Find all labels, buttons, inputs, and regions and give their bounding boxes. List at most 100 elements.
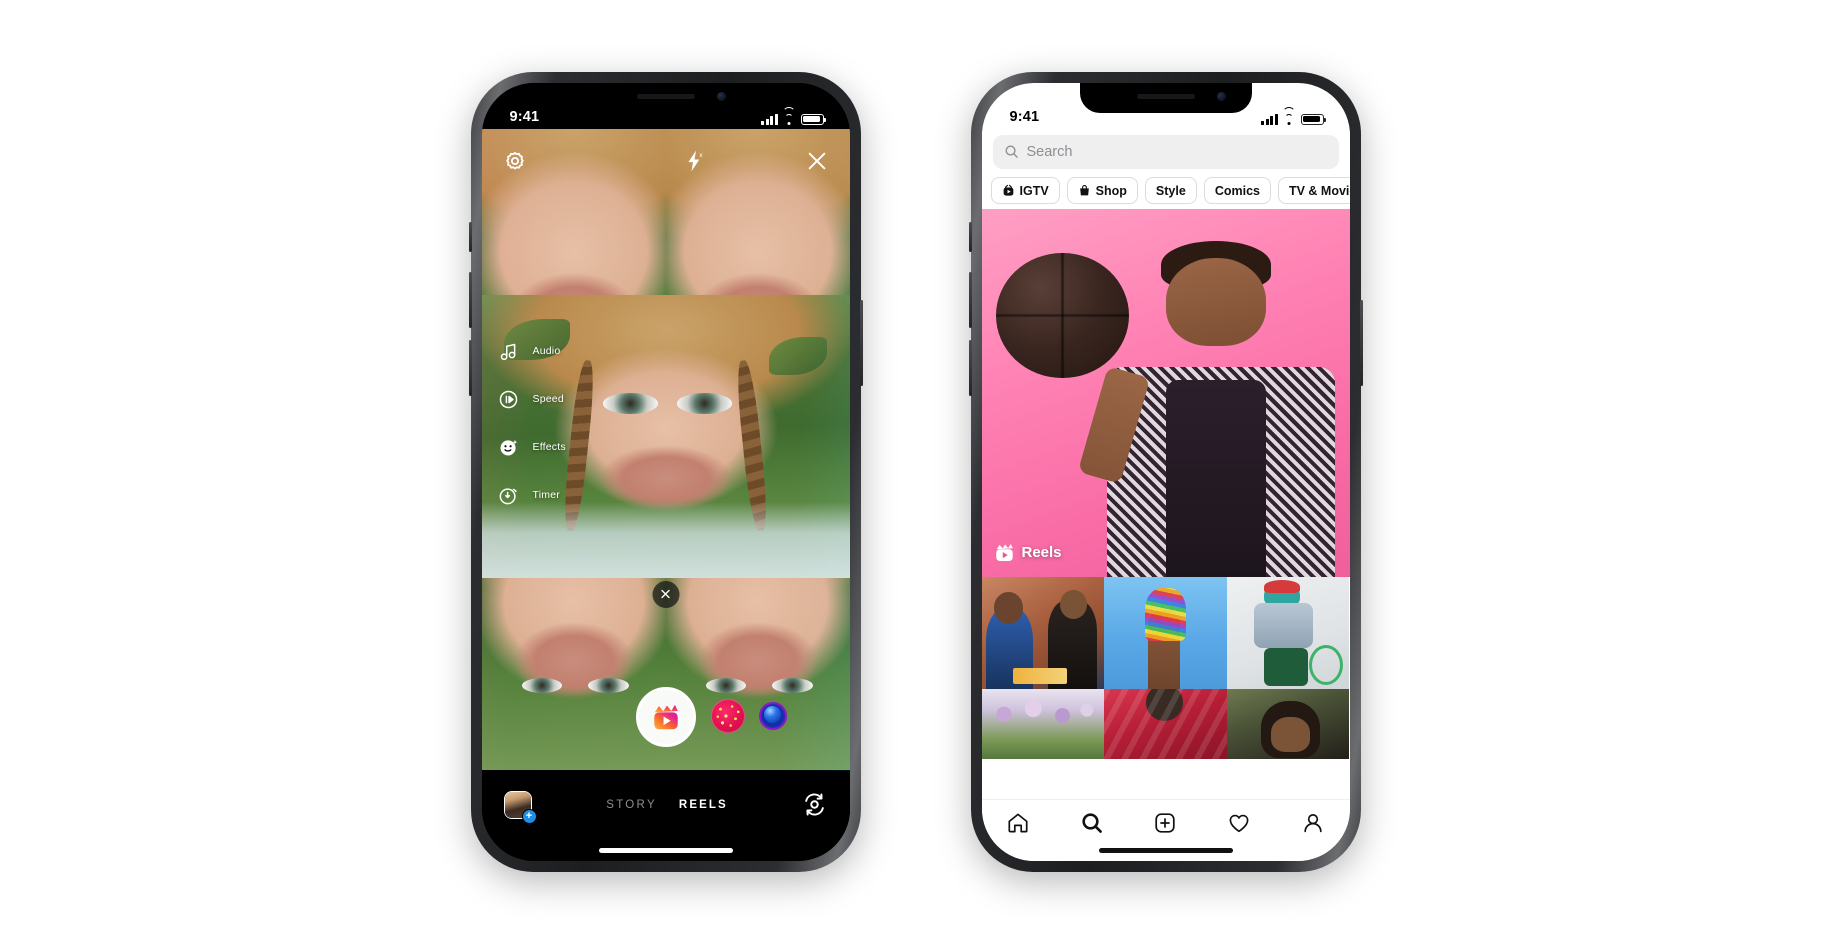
grid-row-2 bbox=[981, 688, 1350, 759]
phone-bezel: 9:41 x Audio Speed Effects Timer + STORY… bbox=[481, 82, 850, 861]
tool-audio[interactable]: Audio bbox=[498, 341, 566, 362]
clear-effect-button[interactable] bbox=[652, 580, 679, 608]
power-button[interactable] bbox=[859, 299, 863, 386]
reels-badge-label: Reels bbox=[1021, 543, 1062, 561]
chip-igtv-label: IGTV bbox=[1019, 183, 1049, 198]
tool-effects-label: Effects bbox=[532, 441, 566, 453]
notch bbox=[579, 82, 752, 113]
chip-comics[interactable]: Comics bbox=[1203, 177, 1271, 204]
tab-search[interactable] bbox=[1079, 810, 1105, 836]
front-camera bbox=[716, 91, 726, 101]
add-badge[interactable]: + bbox=[521, 808, 537, 824]
explore-feed[interactable]: Reels bbox=[981, 208, 1350, 799]
wifi-icon bbox=[1282, 106, 1296, 125]
volume-down-button[interactable] bbox=[968, 339, 972, 396]
earpiece-speaker bbox=[636, 93, 695, 99]
tool-effects[interactable]: Effects bbox=[498, 437, 566, 458]
power-button[interactable] bbox=[1359, 299, 1363, 386]
mute-switch[interactable] bbox=[468, 221, 472, 252]
effect-sparkle-red[interactable] bbox=[710, 698, 745, 733]
battery-icon bbox=[1300, 113, 1326, 125]
face bbox=[1165, 258, 1267, 347]
mode-story[interactable]: STORY bbox=[606, 799, 657, 811]
capture-controls bbox=[482, 685, 850, 749]
search-header: Search bbox=[981, 130, 1350, 169]
grid-cell-portrait[interactable] bbox=[1226, 688, 1350, 759]
volume-up-button[interactable] bbox=[468, 271, 472, 328]
chip-tv-movies-label: TV & Movies bbox=[1288, 183, 1350, 198]
mode-selector: STORY REELS bbox=[606, 799, 728, 811]
volume-down-button[interactable] bbox=[468, 339, 472, 396]
featured-reel-card[interactable]: Reels bbox=[981, 208, 1350, 577]
tool-speed[interactable]: Speed bbox=[498, 389, 566, 410]
mute-switch[interactable] bbox=[968, 221, 972, 252]
signal-bars-icon bbox=[761, 113, 778, 125]
music-note-icon bbox=[498, 341, 519, 362]
grid-cell-rainbow-nails[interactable] bbox=[1104, 576, 1227, 689]
effect-blue-orb[interactable] bbox=[758, 701, 787, 730]
chip-igtv[interactable]: IGTV bbox=[990, 177, 1060, 204]
front-camera bbox=[1216, 91, 1226, 101]
earpiece-speaker bbox=[1136, 93, 1195, 99]
reels-badge: Reels bbox=[994, 542, 1062, 563]
tool-timer-label: Timer bbox=[532, 489, 560, 501]
search-input[interactable]: Search bbox=[992, 134, 1339, 169]
flash-off-icon[interactable]: x bbox=[684, 149, 705, 173]
chip-shop-label: Shop bbox=[1095, 183, 1127, 198]
camera-top-controls: x bbox=[482, 139, 850, 183]
chip-comics-label: Comics bbox=[1214, 183, 1260, 198]
reels-clapper-icon bbox=[994, 542, 1015, 563]
tab-profile[interactable] bbox=[1300, 810, 1326, 836]
volume-up-button[interactable] bbox=[968, 271, 972, 328]
camera-tool-menu: Audio Speed Effects Timer bbox=[498, 341, 566, 506]
wifi-icon bbox=[782, 106, 796, 125]
camera-mode-bar: + STORY REELS bbox=[481, 776, 850, 833]
effects-face-icon bbox=[498, 437, 519, 458]
grid-cell-flowers[interactable] bbox=[981, 688, 1105, 759]
phone-bezel: 9:41 Search IGTV Shop Style Comics TV & … bbox=[981, 82, 1350, 861]
igtv-icon bbox=[1002, 184, 1015, 197]
status-indicators bbox=[1261, 106, 1326, 125]
record-button[interactable] bbox=[635, 686, 696, 747]
tool-audio-label: Audio bbox=[532, 345, 561, 357]
grid-row-1 bbox=[981, 576, 1350, 689]
close-icon[interactable] bbox=[806, 150, 828, 172]
explore-screen: 9:41 Search IGTV Shop Style Comics TV & … bbox=[981, 82, 1350, 861]
tab-create[interactable] bbox=[1152, 810, 1178, 836]
camera-screen: 9:41 x Audio Speed Effects Timer + STORY… bbox=[481, 82, 850, 861]
timer-icon bbox=[498, 485, 519, 506]
mode-reels[interactable]: REELS bbox=[679, 799, 728, 811]
chip-style-label: Style bbox=[1155, 183, 1186, 198]
settings-gear-icon[interactable] bbox=[504, 150, 526, 172]
category-chip-row[interactable]: IGTV Shop Style Comics TV & Movi bbox=[981, 172, 1350, 209]
search-icon bbox=[1004, 144, 1019, 159]
gallery-thumbnail[interactable]: + bbox=[503, 790, 537, 824]
battery-icon bbox=[800, 113, 826, 125]
chip-style[interactable]: Style bbox=[1144, 177, 1197, 204]
grid-cell-workshop[interactable] bbox=[981, 576, 1105, 689]
right-phone-device: 9:41 Search IGTV Shop Style Comics TV & … bbox=[968, 71, 1363, 872]
search-placeholder: Search bbox=[1026, 143, 1073, 160]
left-phone-device: 9:41 x Audio Speed Effects Timer + STORY… bbox=[468, 71, 863, 872]
speed-icon bbox=[498, 389, 519, 410]
tool-timer[interactable]: Timer bbox=[498, 485, 566, 506]
notch bbox=[1079, 82, 1252, 113]
tab-home[interactable] bbox=[1005, 810, 1031, 836]
flip-camera-icon[interactable] bbox=[802, 792, 827, 817]
reels-clapper-icon bbox=[653, 704, 678, 729]
home-indicator[interactable] bbox=[598, 847, 733, 853]
screenshot-stage: 9:41 x Audio Speed Effects Timer + STORY… bbox=[0, 0, 1831, 943]
svg-text:x: x bbox=[699, 152, 703, 159]
grid-cell-wheelchair-style[interactable] bbox=[1226, 576, 1350, 689]
status-indicators bbox=[761, 106, 826, 125]
tool-speed-label: Speed bbox=[532, 393, 564, 405]
chip-shop[interactable]: Shop bbox=[1066, 177, 1138, 204]
status-time: 9:41 bbox=[1009, 109, 1040, 125]
grid-cell-red-dress[interactable] bbox=[1104, 688, 1227, 759]
chip-tv-movies[interactable]: TV & Movies bbox=[1277, 177, 1350, 204]
home-indicator[interactable] bbox=[1098, 847, 1233, 853]
status-time: 9:41 bbox=[509, 109, 540, 125]
tab-activity[interactable] bbox=[1226, 810, 1252, 836]
signal-bars-icon bbox=[1261, 113, 1278, 125]
shopping-bag-icon bbox=[1078, 184, 1091, 197]
